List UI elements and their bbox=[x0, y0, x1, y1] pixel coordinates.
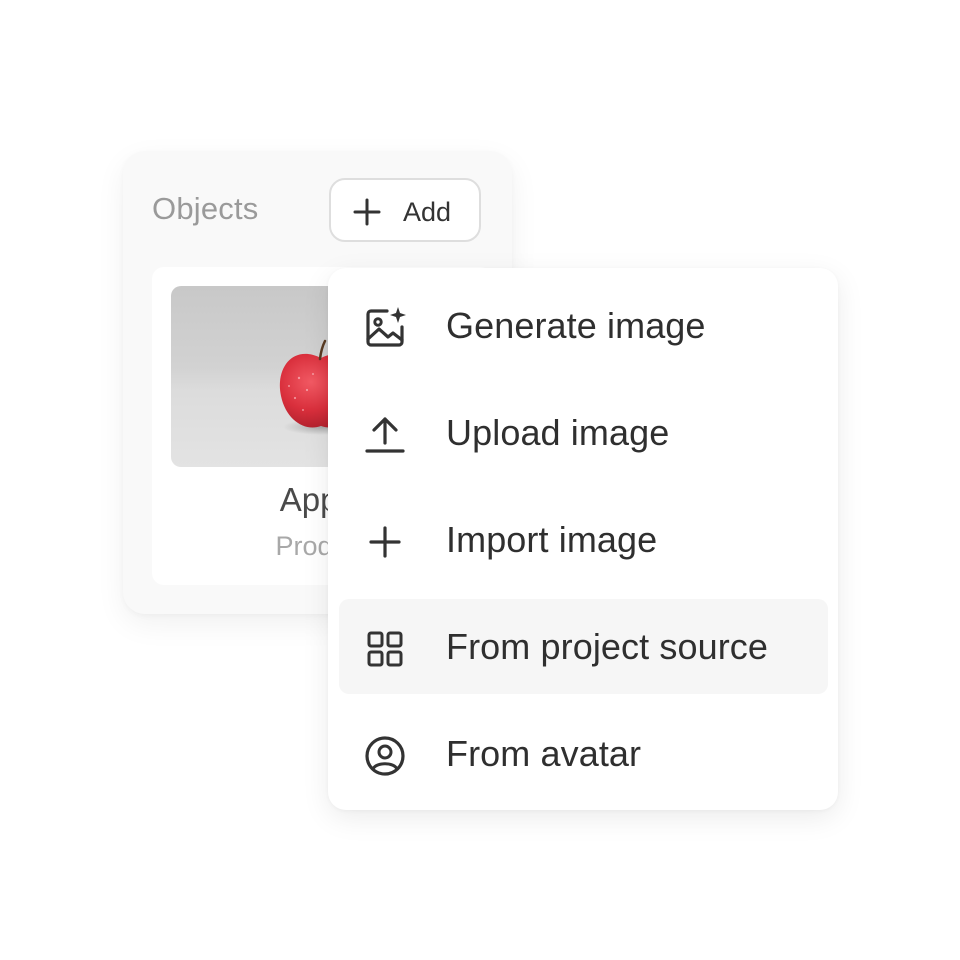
menu-item-label: Upload image bbox=[446, 412, 670, 453]
menu-item-from-avatar[interactable]: From avatar bbox=[339, 706, 828, 801]
menu-item-upload-image[interactable]: Upload image bbox=[339, 385, 828, 480]
upload-icon bbox=[363, 413, 407, 457]
menu-item-label: Generate image bbox=[446, 305, 706, 346]
menu-item-from-project-source[interactable]: From project source bbox=[339, 599, 828, 694]
add-dropdown-menu: Generate image Upload image Import image bbox=[328, 268, 838, 810]
menu-item-label: Import image bbox=[446, 519, 658, 560]
canvas: Objects Add Apple Product Generate image… bbox=[0, 0, 960, 960]
image-sparkle-icon bbox=[363, 306, 407, 350]
plus-icon bbox=[353, 198, 381, 226]
add-button-label: Add bbox=[403, 197, 452, 227]
menu-item-label: From project source bbox=[446, 626, 768, 667]
grid-icon bbox=[363, 627, 407, 671]
panel-title: Objects bbox=[152, 191, 259, 226]
menu-item-generate-image[interactable]: Generate image bbox=[339, 278, 828, 373]
user-circle-icon bbox=[363, 734, 407, 778]
add-button[interactable]: Add bbox=[329, 178, 481, 242]
menu-item-import-image[interactable]: Import image bbox=[339, 492, 828, 587]
menu-item-label: From avatar bbox=[446, 733, 642, 774]
plus-icon bbox=[363, 520, 407, 564]
